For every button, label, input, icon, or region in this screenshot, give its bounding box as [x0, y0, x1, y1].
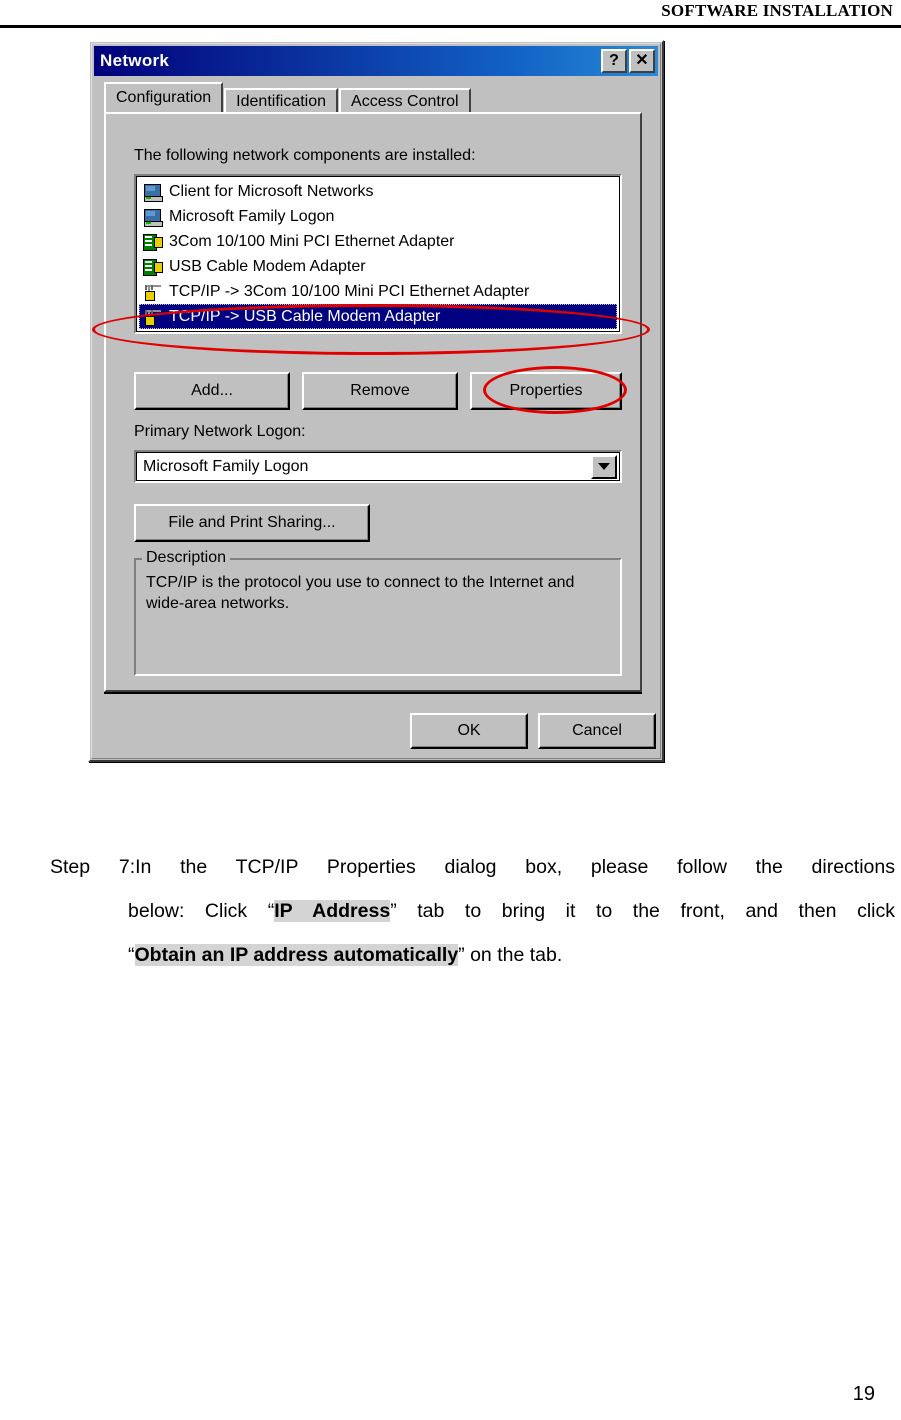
- remove-button-label: Remove: [350, 382, 410, 399]
- protocol-icon: [143, 283, 163, 301]
- list-item[interactable]: Client for Microsoft Networks: [139, 179, 619, 204]
- file-and-print-sharing-label: File and Print Sharing...: [168, 514, 336, 531]
- primary-network-logon-label: Primary Network Logon:: [134, 423, 306, 440]
- ok-button-label: OK: [457, 722, 481, 739]
- highlight-ip-address: IP Address: [274, 900, 391, 922]
- dialog-bottom-separator: [104, 692, 642, 694]
- step-paragraph-line-2: below: Click “IP Address” tab to bring i…: [50, 889, 895, 933]
- components-list-label: The following network components are ins…: [134, 147, 476, 164]
- list-item-selected[interactable]: TCP/IP -> USB Cable Modem Adapter: [139, 304, 617, 329]
- help-icon[interactable]: ?: [601, 49, 627, 73]
- step-line-3-suffix: ” on the tab.: [458, 944, 563, 966]
- primary-network-logon-select[interactable]: Microsoft Family Logon: [134, 450, 622, 483]
- dialog-tabstrip: Configuration Identification Access Cont…: [104, 82, 472, 114]
- page-header: SOFTWARE INSTALLATION: [0, 0, 901, 28]
- list-item-label: 3Com 10/100 Mini PCI Ethernet Adapter: [169, 232, 455, 250]
- list-item[interactable]: Microsoft Family Logon: [139, 204, 619, 229]
- properties-button-label: Properties: [509, 382, 583, 399]
- header-divider-rule: [0, 25, 901, 28]
- network-dialog: Network ? ✕ Configuration Identification…: [88, 40, 664, 762]
- protocol-icon: [143, 308, 163, 326]
- list-item[interactable]: 3Com 10/100 Mini PCI Ethernet Adapter: [139, 229, 619, 254]
- description-legend: Description: [142, 549, 231, 567]
- file-and-print-sharing-button[interactable]: File and Print Sharing...: [134, 504, 370, 542]
- step-line-2-prefix: below: Click “: [128, 900, 275, 922]
- tab-configuration[interactable]: Configuration: [104, 82, 224, 112]
- step-paragraph-line-1: Step 7:In the TCP/IP Properties dialog b…: [50, 845, 895, 889]
- description-text: TCP/IP is the protocol you use to connec…: [146, 574, 575, 612]
- page-number: 19: [852, 1383, 875, 1405]
- list-item-label: USB Cable Modem Adapter: [169, 257, 366, 275]
- monitor-icon: [143, 208, 163, 227]
- primary-network-logon-value: Microsoft Family Logon: [143, 457, 309, 475]
- close-icon[interactable]: ✕: [629, 49, 655, 73]
- monitor-icon: [143, 183, 163, 202]
- add-button[interactable]: Add...: [134, 372, 290, 410]
- network-dialog-figure: Network ? ✕ Configuration Identification…: [88, 40, 668, 766]
- page-header-title: SOFTWARE INSTALLATION: [661, 1, 893, 20]
- list-item-label: Client for Microsoft Networks: [169, 182, 374, 200]
- adapter-icon: [143, 233, 163, 251]
- step-label: Step 7:: [50, 856, 136, 878]
- tab-access-control[interactable]: Access Control: [339, 88, 471, 114]
- step-paragraph-line-3: “Obtain an IP address automatically” on …: [50, 933, 895, 977]
- list-item[interactable]: USB Cable Modem Adapter: [139, 254, 619, 279]
- ok-button[interactable]: OK: [410, 713, 528, 749]
- properties-button[interactable]: Properties: [470, 372, 622, 410]
- chevron-down-icon[interactable]: [591, 454, 617, 479]
- adapter-icon: [143, 258, 163, 276]
- step-paragraph: Step 7:In the TCP/IP Properties dialog b…: [50, 845, 895, 977]
- dialog-title: Network: [100, 51, 170, 70]
- step-line-1-text: In the TCP/IP Properties dialog box, ple…: [135, 856, 895, 878]
- step-line-2-suffix: ” tab to bring it to the front, and then…: [390, 900, 895, 922]
- highlight-obtain-ip-automatically: Obtain an IP address automatically: [134, 944, 459, 966]
- network-components-listbox[interactable]: Client for Microsoft Networks Microsoft …: [134, 174, 622, 334]
- list-item-label: TCP/IP -> USB Cable Modem Adapter: [169, 307, 441, 325]
- step-line-3-prefix: “: [128, 944, 135, 966]
- list-item-label: Microsoft Family Logon: [169, 207, 335, 225]
- tab-identification[interactable]: Identification: [224, 88, 339, 114]
- cancel-button[interactable]: Cancel: [538, 713, 656, 749]
- dialog-titlebar: Network ? ✕: [94, 46, 658, 76]
- remove-button[interactable]: Remove: [302, 372, 458, 410]
- list-item[interactable]: TCP/IP -> 3Com 10/100 Mini PCI Ethernet …: [139, 279, 619, 304]
- cancel-button-label: Cancel: [572, 722, 622, 739]
- add-button-label: Add...: [191, 382, 233, 399]
- list-item-label: TCP/IP -> 3Com 10/100 Mini PCI Ethernet …: [169, 282, 530, 300]
